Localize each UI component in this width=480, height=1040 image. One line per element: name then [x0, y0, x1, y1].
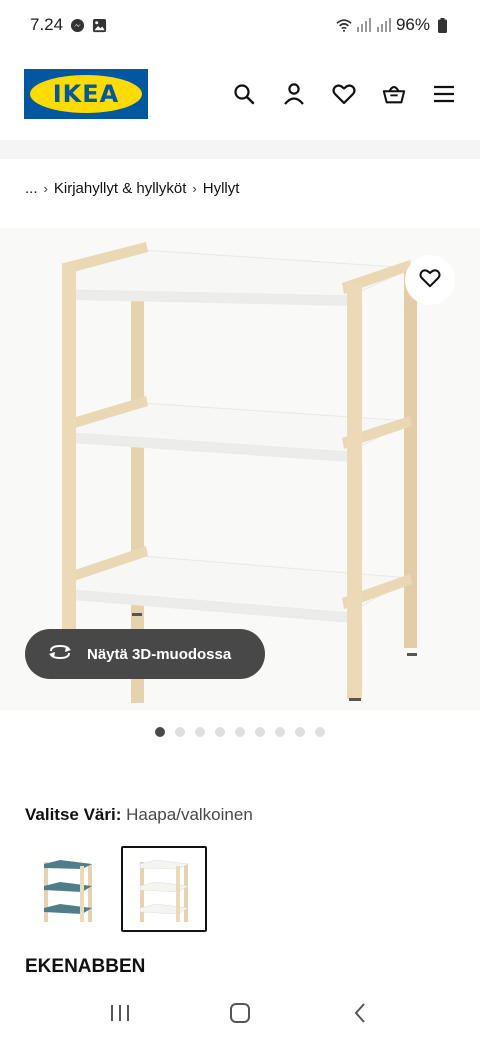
header-actions [232, 82, 456, 106]
basket-icon[interactable] [382, 82, 406, 106]
carousel-dot[interactable] [295, 727, 305, 737]
carousel-dot[interactable] [195, 727, 205, 737]
site-header: IKEA [0, 50, 480, 138]
swatch-blue-birch[interactable] [25, 846, 111, 932]
heart-icon[interactable] [332, 82, 356, 106]
add-to-wishlist-button[interactable] [405, 255, 455, 305]
status-time: 7.24 [30, 15, 64, 34]
swatch-image [139, 859, 190, 922]
carousel-dot[interactable] [155, 727, 165, 737]
swatch-image [44, 860, 92, 922]
carousel-dot[interactable] [275, 727, 285, 737]
carousel-dot[interactable] [235, 727, 245, 737]
view-in-3d-button[interactable]: Näytä 3D-muodossa [25, 629, 265, 679]
view-in-3d-label: Näytä 3D-muodossa [87, 645, 232, 663]
carousel-dot[interactable] [215, 727, 225, 737]
color-selection: Valitse Väri: Haapa/valkoinen [25, 805, 253, 825]
carousel-indicator [155, 727, 325, 737]
status-bar: 7.24 96% [0, 0, 480, 50]
color-label: Valitse Väri: [25, 805, 122, 824]
back-icon[interactable] [345, 998, 375, 1028]
carousel-dot[interactable] [255, 727, 265, 737]
rotate-3d-icon [47, 643, 73, 665]
carousel-dot[interactable] [175, 727, 185, 737]
menu-icon[interactable] [432, 82, 456, 106]
carousel-dot[interactable] [315, 727, 325, 737]
product-image-gallery[interactable]: Näytä 3D-muodossa [0, 228, 480, 710]
messenger-icon [69, 17, 85, 33]
logo-text: IKEA [52, 80, 120, 108]
header-divider-band [0, 140, 480, 159]
profile-icon[interactable] [282, 82, 306, 106]
chevron-right-icon: › [192, 181, 197, 196]
breadcrumb-item-bookcases[interactable]: Kirjahyllyt & hyllyköt [54, 180, 187, 197]
breadcrumb: ... › Kirjahyllyt & hyllyköt › Hyllyt [25, 180, 239, 197]
home-icon[interactable] [225, 998, 255, 1028]
logo-oval: IKEA [30, 75, 142, 113]
heart-icon [419, 268, 441, 293]
gallery-icon [91, 17, 107, 33]
system-navigation-bar [0, 985, 480, 1040]
signal-icon [356, 17, 372, 33]
battery-icon [434, 17, 450, 33]
status-right: 96% [336, 15, 450, 35]
battery-percent: 96% [395, 15, 430, 34]
recent-apps-icon[interactable] [105, 998, 135, 1028]
color-swatches [25, 846, 207, 932]
search-icon[interactable] [232, 82, 256, 106]
ikea-logo[interactable]: IKEA [24, 69, 148, 119]
chevron-right-icon: › [43, 181, 48, 196]
swatch-aspen-white[interactable] [121, 846, 207, 932]
product-name: EKENABBEN [25, 956, 146, 977]
signal-icon [376, 17, 392, 33]
color-value: Haapa/valkoinen [126, 805, 253, 824]
wifi-icon [336, 17, 352, 33]
breadcrumb-ellipsis[interactable]: ... [25, 180, 38, 197]
breadcrumb-item-shelves[interactable]: Hyllyt [203, 180, 240, 197]
status-left: 7.24 [30, 15, 107, 35]
